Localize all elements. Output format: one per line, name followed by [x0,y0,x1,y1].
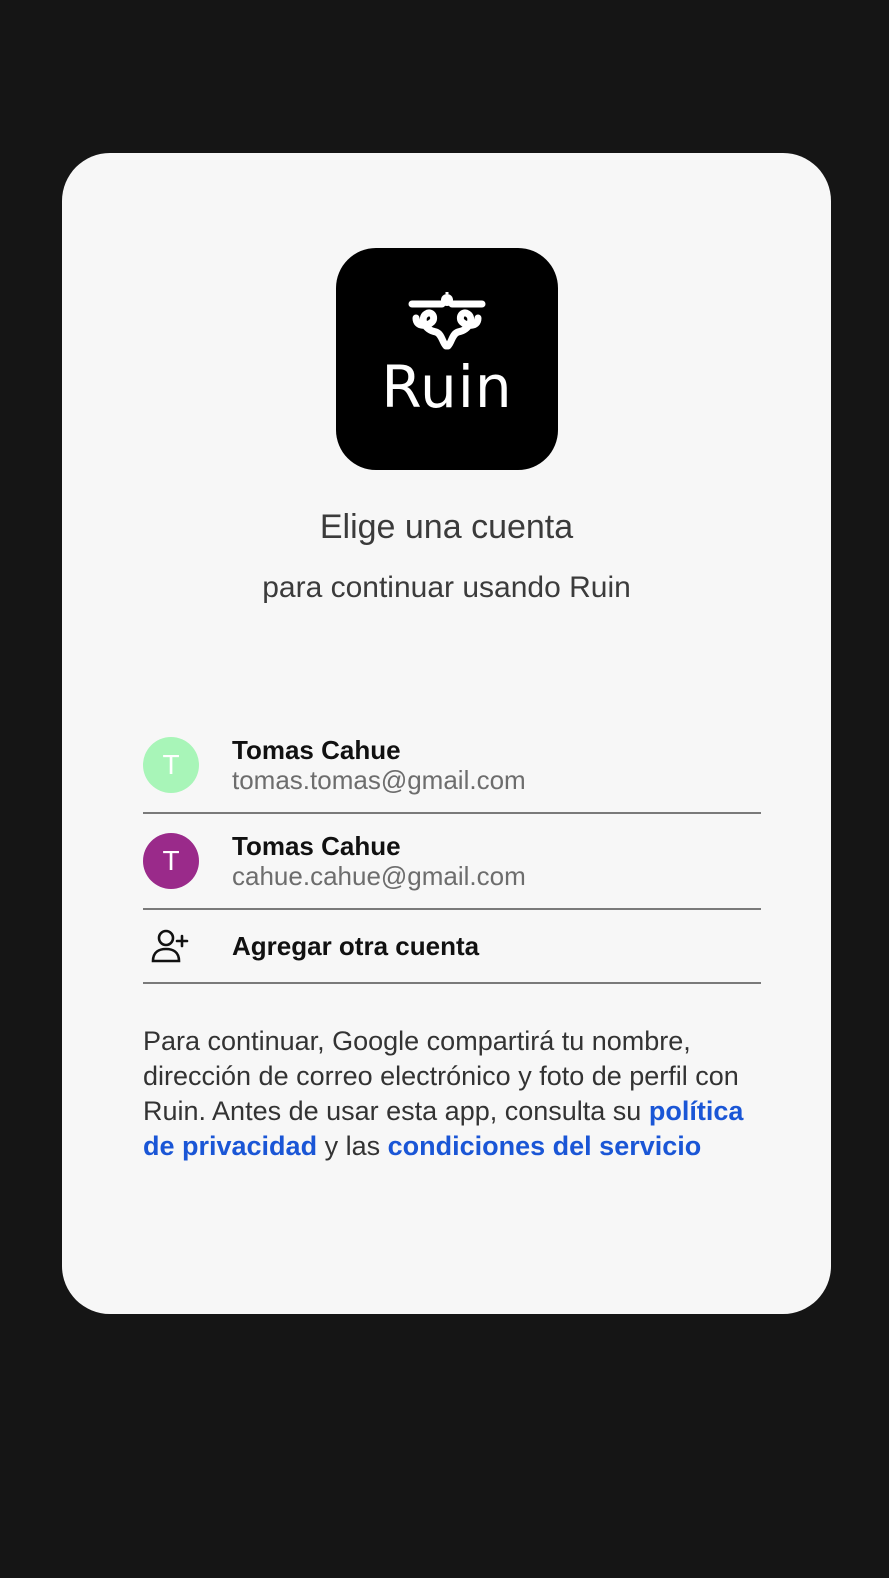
app-logo: Ruin [336,248,558,470]
account-info: Tomas Cahue tomas.tomas@gmail.com [232,735,526,795]
account-list: T Tomas Cahue tomas.tomas@gmail.com T To… [143,718,761,984]
add-account-label: Agregar otra cuenta [232,930,480,961]
disclaimer-connector: y las [324,1131,381,1161]
account-email: cahue.cahue@gmail.com [232,861,526,891]
disclaimer-text: Para continuar, Google compartirá tu nom… [143,1024,763,1164]
account-info: Tomas Cahue cahue.cahue@gmail.com [232,831,526,891]
ruin-emblem-icon [408,292,486,350]
avatar-initial: T [162,845,180,876]
account-email: tomas.tomas@gmail.com [232,765,526,795]
page-subtitle: para continuar usando Ruin [262,571,631,604]
account-name: Tomas Cahue [232,831,401,861]
avatar: T [143,833,199,889]
account-chooser-card: Ruin Elige una cuenta para continuar usa… [62,153,831,1314]
account-name: Tomas Cahue [232,735,401,765]
account-item-1[interactable]: T Tomas Cahue tomas.tomas@gmail.com [143,718,761,814]
terms-of-service-link[interactable]: condiciones del servicio [388,1131,702,1161]
avatar: T [143,737,199,793]
page-title: Elige una cuenta [319,508,574,546]
add-person-icon [143,926,199,966]
add-account-button[interactable]: Agregar otra cuenta [143,910,761,984]
account-item-2[interactable]: T Tomas Cahue cahue.cahue@gmail.com [143,814,761,910]
app-logo-wordmark: Ruin [381,353,513,421]
avatar-initial: T [162,749,180,780]
